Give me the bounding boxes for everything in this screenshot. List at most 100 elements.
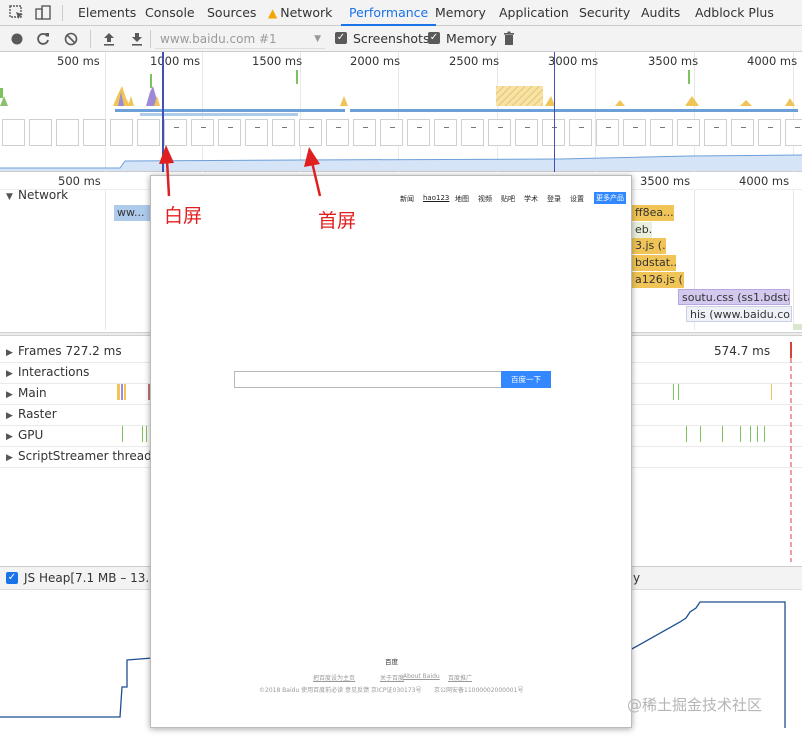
js-heap-checkbox[interactable]: ✓	[6, 572, 18, 584]
thumbnail-content	[201, 127, 206, 128]
trash-icon	[504, 31, 514, 45]
screenshots-checkbox[interactable]: ✓	[335, 32, 347, 44]
clear-icon	[64, 32, 78, 46]
selection-end-marker[interactable]	[554, 52, 555, 172]
screenshot-thumbnail[interactable]	[596, 119, 619, 146]
screenshot-thumbnail[interactable]	[704, 119, 727, 146]
thumbnail-content	[255, 127, 260, 128]
network-track-header[interactable]: ▼ Network	[6, 188, 68, 202]
thumbnail-content	[282, 127, 287, 128]
details-tick-label: 4000 ms	[739, 174, 790, 188]
network-request-bar[interactable]: eb...	[632, 222, 652, 238]
memory-label: Memory	[446, 31, 497, 46]
recording-select-value: www.baidu.com #1	[160, 32, 277, 46]
screenshot-thumbnail[interactable]	[488, 119, 511, 146]
tab-memory[interactable]: Memory	[435, 0, 486, 26]
screenshot-thumbnail[interactable]	[56, 119, 79, 146]
reload-profile-button[interactable]	[34, 30, 52, 48]
footer-link-promotion[interactable]: 百度推广	[448, 673, 472, 682]
thumbnail-content	[579, 127, 584, 128]
more-products-button[interactable]: 更多产品	[594, 192, 626, 204]
screenshot-thumbnail[interactable]	[380, 119, 403, 146]
screenshot-thumbnail[interactable]	[407, 119, 430, 146]
inspect-element-icon[interactable]	[8, 4, 26, 22]
footer-legal: ©2018 Baidu 使用百度前必读 意见反馈 京ICP证030173号	[259, 687, 422, 694]
screenshot-thumbnail[interactable]	[731, 119, 754, 146]
toolbar-separator	[90, 30, 91, 48]
recording-select[interactable]: www.baidu.com #1 ▼	[155, 29, 325, 49]
clear-button[interactable]	[62, 30, 80, 48]
save-profile-button[interactable]	[128, 30, 146, 48]
nav-link-xueshu[interactable]: 学术	[524, 194, 538, 204]
tab-application[interactable]: Application	[499, 0, 569, 26]
network-request-bar[interactable]: bdstat...	[632, 255, 676, 271]
footer-link-about-en[interactable]: About Baidu	[403, 673, 440, 680]
nav-link-settings[interactable]: 设置	[570, 194, 584, 204]
thumbnail-content	[714, 127, 719, 128]
screenshot-thumbnail[interactable]	[434, 119, 457, 146]
tab-elements[interactable]: Elements	[78, 0, 136, 26]
nav-link-login[interactable]: 登录	[547, 194, 561, 204]
thumbnail-content	[768, 127, 773, 128]
nav-link-tieba[interactable]: 贴吧	[501, 194, 515, 204]
screenshot-thumbnail[interactable]	[461, 119, 484, 146]
nav-link-news[interactable]: 新闻	[400, 194, 414, 204]
search-button[interactable]: 百度一下	[501, 371, 551, 388]
thumbnail-content	[660, 127, 665, 128]
collect-garbage-button[interactable]	[500, 30, 518, 48]
tab-adblock-plus[interactable]: Adblock Plus	[695, 0, 774, 26]
nav-link-video[interactable]: 视频	[478, 194, 492, 204]
screenshot-thumbnail[interactable]	[515, 119, 538, 146]
tab-audits[interactable]: Audits	[641, 0, 680, 26]
thumbnail-content	[174, 127, 179, 128]
device-toolbar-icon[interactable]	[34, 4, 52, 22]
tab-console[interactable]: Console	[145, 0, 195, 26]
network-request-bar[interactable]: ff8ea...	[632, 205, 674, 221]
tab-sources[interactable]: Sources	[207, 0, 256, 26]
tab-security[interactable]: Security	[579, 0, 630, 26]
network-request-bar[interactable]: 3.js (...	[632, 238, 666, 254]
nav-link-map[interactable]: 地图	[455, 194, 469, 204]
load-profile-button[interactable]	[100, 30, 118, 48]
expanded-triangle-icon: ▼	[6, 192, 13, 202]
thumbnail-content	[525, 127, 530, 128]
record-button[interactable]	[8, 30, 26, 48]
footer-link-about[interactable]: 关于百度	[380, 673, 404, 682]
grid-line	[793, 190, 794, 330]
thumbnail-content	[606, 127, 611, 128]
memory-overview-chart	[0, 154, 802, 171]
screenshot-thumbnail[interactable]	[83, 119, 106, 146]
screenshot-thumbnail[interactable]	[623, 119, 646, 146]
tab-network[interactable]: ▲ Network	[268, 0, 332, 26]
screenshot-thumbnail[interactable]	[650, 119, 673, 146]
thumbnail-content	[795, 127, 800, 128]
screenshot-thumbnail[interactable]	[677, 119, 700, 146]
screenshot-thumbnail[interactable]	[758, 119, 781, 146]
thumbnail-content	[741, 127, 746, 128]
screenshot-thumbnail[interactable]	[353, 119, 376, 146]
screenshot-thumbnail[interactable]	[569, 119, 592, 146]
screenshot-thumbnail[interactable]	[29, 119, 52, 146]
footer-police-record: 京公网安备11000002000001号	[434, 687, 524, 694]
memory-checkbox[interactable]: ✓	[428, 32, 440, 44]
network-request-bar[interactable]: ww...	[114, 205, 152, 221]
network-request-bar[interactable]: a126.js (...	[632, 272, 684, 288]
record-icon	[11, 33, 23, 45]
screenshot-preview: 新闻 hao123 地图 视频 贴吧 学术 登录 设置 更多产品 百度一下 百度…	[150, 175, 632, 728]
footer-link-homepage[interactable]: 把百度设为主页	[313, 673, 355, 682]
timeline-overview[interactable]: 500 ms 1000 ms 1500 ms 2000 ms 2500 ms 3000 m…	[0, 52, 802, 172]
network-request-bar[interactable]: soutu.css (ss1.bdsta...	[678, 289, 790, 305]
thumbnail-content	[498, 127, 503, 128]
screenshot-thumbnail[interactable]	[785, 119, 802, 146]
annotation-first-screen: 首屏	[318, 210, 357, 232]
network-request-bar[interactable]: his (www.baidu.com)	[686, 306, 792, 322]
nav-link-hao123[interactable]: hao123	[423, 194, 449, 202]
tab-performance[interactable]: Performance	[341, 0, 437, 26]
warning-icon: ▲	[268, 6, 278, 20]
screenshot-thumbnail[interactable]	[2, 119, 25, 146]
search-input[interactable]	[234, 371, 502, 388]
screenshot-thumbnail[interactable]	[110, 119, 133, 146]
grid-line	[105, 190, 106, 330]
upload-icon	[104, 33, 114, 46]
annotation-white-screen: 白屏	[164, 205, 203, 227]
